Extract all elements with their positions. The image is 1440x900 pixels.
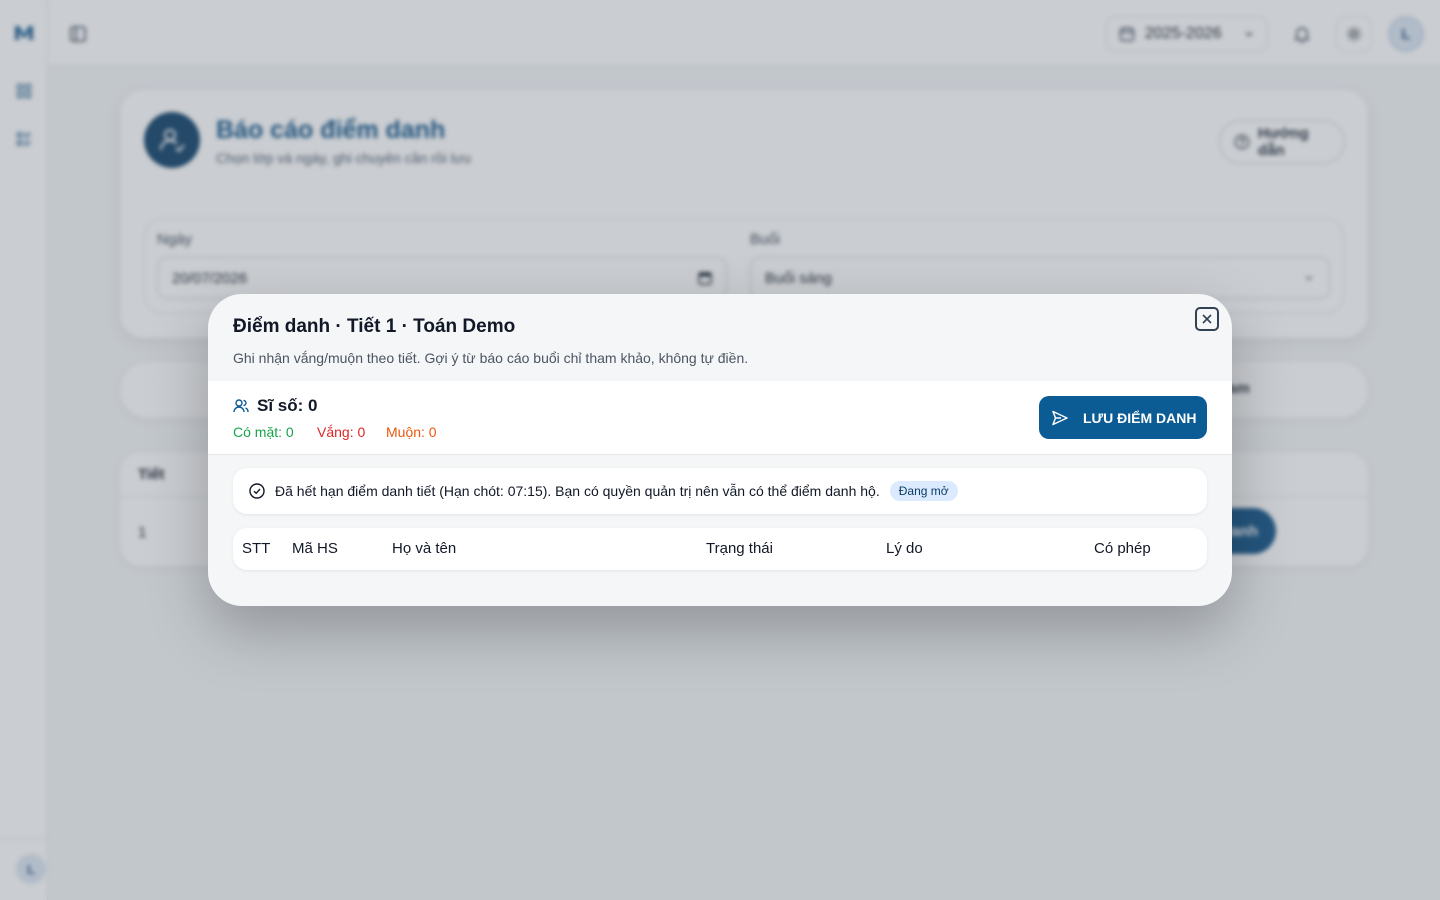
save-attendance-button[interactable]: LƯU ĐIỂM DANH [1039,396,1207,439]
column-header-student-id[interactable]: Mã HS [292,540,338,557]
save-button-label: LƯU ĐIỂM DANH [1083,409,1197,426]
late-count: Muộn: 0 [386,424,437,440]
send-icon [1052,410,1068,425]
notice-text: Đã hết hạn điểm danh tiết (Hạn chót: 07:… [275,483,880,499]
close-button[interactable] [1195,307,1219,331]
column-header-reason[interactable]: Lý do [886,540,923,557]
users-icon [233,399,249,413]
column-header-full-name[interactable]: Họ và tên [392,540,456,557]
column-header-excused[interactable]: Có phép [1094,540,1151,557]
close-icon [1202,314,1212,324]
check-circle-icon [249,483,265,499]
present-count: Có mặt: 0 [233,424,294,440]
column-header-status[interactable]: Trạng thái [706,540,773,557]
modal-description: Ghi nhận vắng/muộn theo tiết. Gợi ý từ b… [233,350,749,366]
students-table: STT Mã HS Họ và tên Trạng thái Lý do Có … [233,528,1207,570]
column-header-stt[interactable]: STT [242,540,270,557]
absent-count: Vắng: 0 [317,424,366,440]
attendance-summary: Sĩ số: 0 Có mặt: 0 Vắng: 0 Muộn: 0 LƯU Đ… [208,381,1232,455]
modal-title: Điểm danh · Tiết 1 · Toán Demo [233,316,516,337]
roster-count: Sĩ số: 0 [257,396,318,415]
attendance-modal: Điểm danh · Tiết 1 · Toán Demo Ghi nhận … [208,294,1232,606]
status-badge: Đang mở [889,481,958,501]
deadline-notice: Đã hết hạn điểm danh tiết (Hạn chót: 07:… [233,468,1207,514]
